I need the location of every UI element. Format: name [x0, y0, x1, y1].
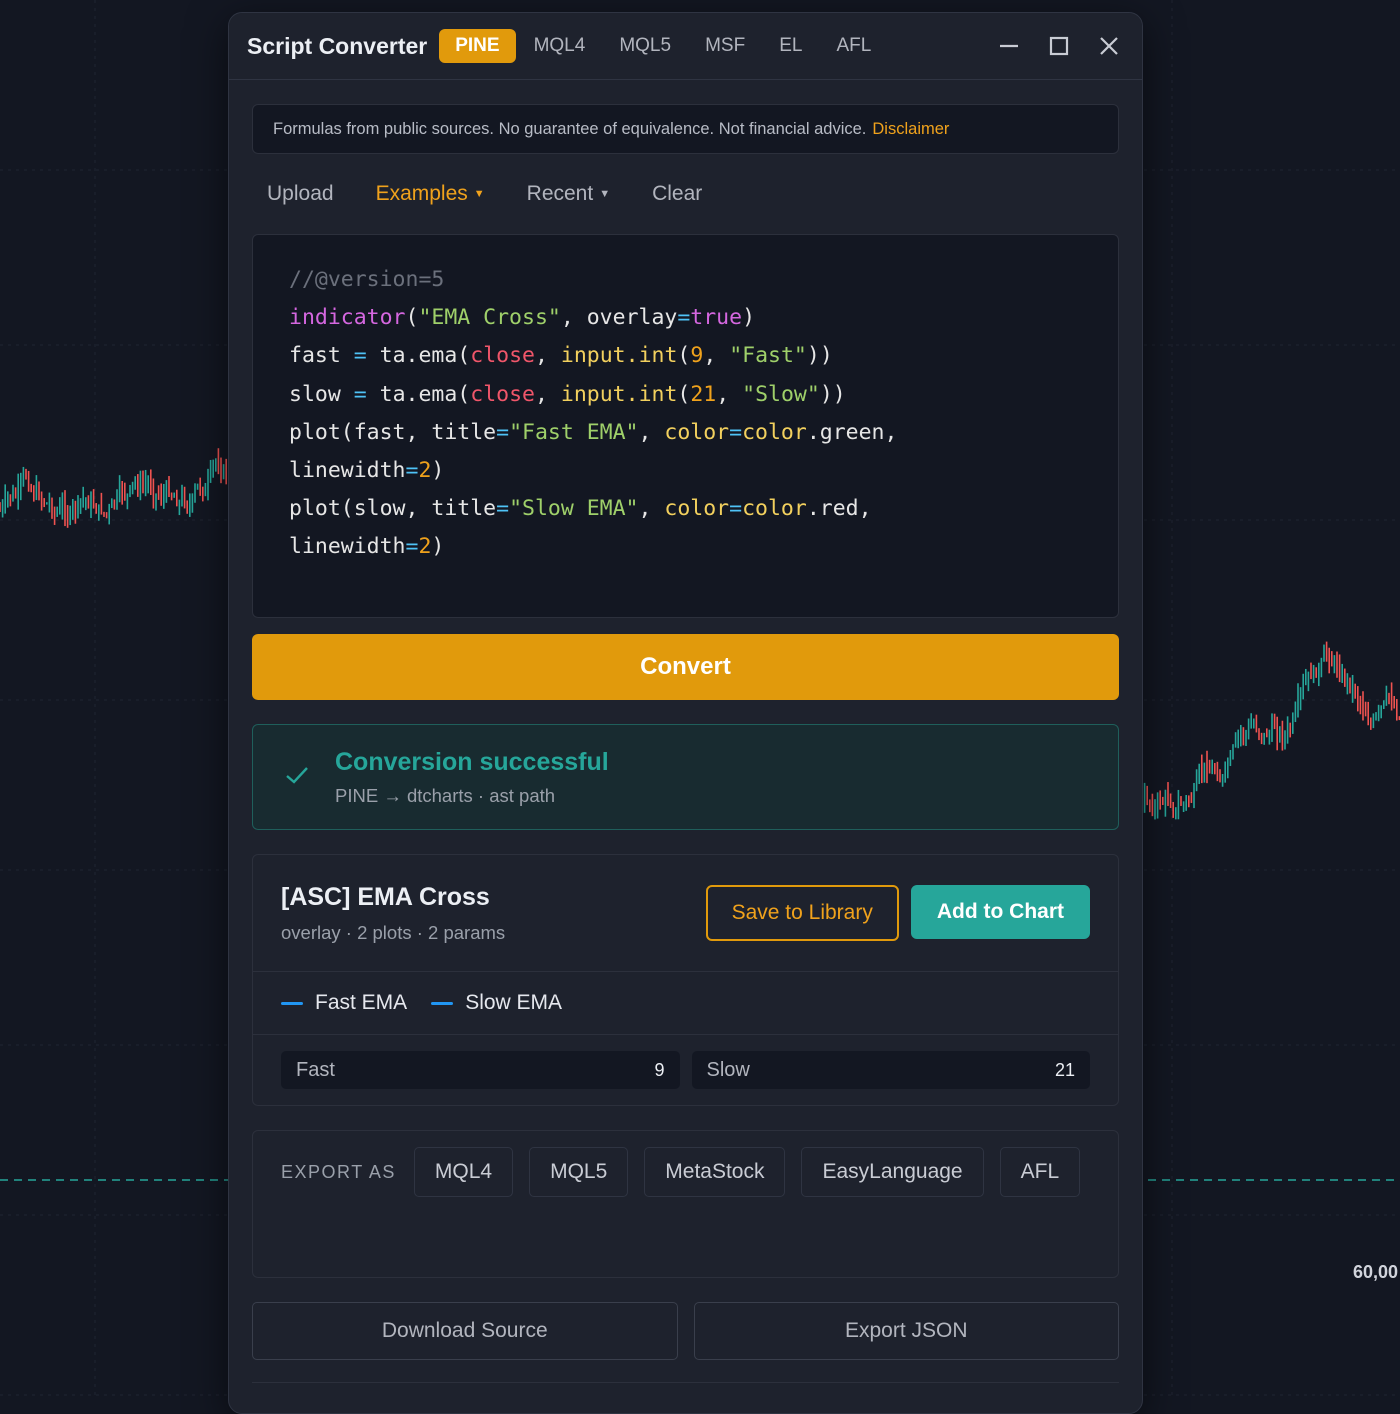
- recent-dropdown[interactable]: Recent ▼: [527, 182, 610, 206]
- candles-right: [1141, 641, 1400, 820]
- param-name: Fast: [296, 1058, 335, 1081]
- export-easylanguage-button[interactable]: EasyLanguage: [801, 1147, 984, 1197]
- script-converter-window: Script Converter PINE MQL4 MQL5 MSF EL A…: [228, 12, 1143, 1414]
- conversion-status: Conversion successful PINE → dtcharts · …: [252, 724, 1119, 830]
- export-mql5-button[interactable]: MQL5: [529, 1147, 629, 1197]
- tab-pine[interactable]: PINE: [439, 29, 516, 63]
- check-icon: [283, 761, 311, 794]
- price-axis-label: 60,00: [1353, 1262, 1399, 1282]
- legend-label: Fast EMA: [315, 991, 408, 1014]
- tab-msf[interactable]: MSF: [689, 29, 761, 63]
- export-metastock-button[interactable]: MetaStock: [644, 1147, 786, 1197]
- code-line: fast = ta.ema(close, input.int(9, "Fast"…: [289, 343, 833, 369]
- download-source-button[interactable]: Download Source: [252, 1302, 678, 1360]
- caret-down-icon: ▼: [473, 188, 485, 200]
- window-title: Script Converter: [247, 32, 428, 59]
- code-line: plot(fast, title="Fast EMA", color=color…: [289, 419, 898, 445]
- status-subtitle: PINE → dtcharts · ast path: [335, 784, 556, 806]
- window-controls: [994, 31, 1124, 61]
- disclaimer-link[interactable]: Disclaimer: [872, 120, 949, 139]
- param-value: 9: [654, 1059, 665, 1080]
- upload-button[interactable]: Upload: [267, 182, 334, 206]
- params-row: Fast 9 Slow 21: [253, 1035, 1118, 1105]
- disclaimer-text: Formulas from public sources. No guarant…: [273, 119, 867, 138]
- param-fast-field[interactable]: Fast 9: [281, 1051, 680, 1089]
- examples-label: Examples: [375, 182, 468, 205]
- divider: [252, 1382, 1119, 1383]
- param-name: Slow: [706, 1058, 750, 1081]
- maximize-icon[interactable]: [1044, 31, 1074, 61]
- legend-label: Slow EMA: [465, 991, 563, 1014]
- tab-mql5[interactable]: MQL5: [603, 29, 687, 63]
- status-title: Conversion successful: [335, 747, 609, 776]
- disclaimer-banner: Formulas from public sources. No guarant…: [252, 104, 1119, 154]
- code-line: linewidth=2): [289, 534, 445, 560]
- close-icon[interactable]: [1094, 31, 1124, 61]
- clear-label: Clear: [652, 182, 703, 205]
- convert-button[interactable]: Convert: [252, 634, 1119, 700]
- add-to-chart-button[interactable]: Add to Chart: [910, 885, 1090, 939]
- param-value: 21: [1054, 1059, 1075, 1080]
- export-afl-button[interactable]: AFL: [999, 1147, 1081, 1197]
- tab-el[interactable]: EL: [763, 29, 818, 63]
- legend-item: Slow EMA: [431, 991, 562, 1015]
- line-swatch-icon: [431, 1001, 454, 1005]
- export-mql4-button[interactable]: MQL4: [413, 1147, 514, 1197]
- upload-label: Upload: [267, 182, 334, 205]
- export-json-button[interactable]: Export JSON: [693, 1302, 1119, 1360]
- save-to-library-button[interactable]: Save to Library: [705, 885, 899, 941]
- plots-legend: Fast EMA Slow EMA: [253, 972, 1118, 1035]
- editor-toolbar: Upload Examples ▼ Recent ▼ Clear: [252, 154, 1119, 234]
- param-slow-field[interactable]: Slow 21: [691, 1051, 1090, 1089]
- code-line: //@version=5: [289, 267, 445, 292]
- export-label: EXPORT AS: [281, 1161, 396, 1182]
- tab-afl[interactable]: AFL: [820, 29, 887, 63]
- code-line: linewidth=2): [289, 458, 445, 484]
- tab-mql4[interactable]: MQL4: [518, 29, 602, 63]
- clear-button[interactable]: Clear: [652, 182, 702, 206]
- code-editor[interactable]: //@version=5 indicator("EMA Cross", overl…: [252, 234, 1119, 618]
- indicator-meta: overlay · 2 plots · 2 params: [281, 921, 506, 943]
- export-panel: EXPORT AS MQL4 MQL5 MetaStock EasyLangua…: [252, 1130, 1119, 1278]
- legend-item: Fast EMA: [281, 991, 407, 1015]
- code-line: plot(slow, title="Slow EMA", color=color…: [289, 496, 872, 522]
- candles-left: [0, 448, 227, 528]
- examples-dropdown[interactable]: Examples ▼: [376, 182, 485, 206]
- window-titlebar[interactable]: Script Converter PINE MQL4 MQL5 MSF EL A…: [229, 13, 1142, 80]
- line-swatch-icon: [281, 1001, 303, 1005]
- result-card: [ASC] EMA Cross overlay · 2 plots · 2 pa…: [252, 854, 1119, 1106]
- minimize-icon[interactable]: [994, 31, 1024, 61]
- code-line: slow = ta.ema(close, input.int(21, "Slow…: [289, 381, 846, 407]
- caret-down-icon: ▼: [599, 188, 611, 200]
- indicator-title: [ASC] EMA Cross: [281, 882, 490, 911]
- recent-label: Recent: [526, 182, 594, 205]
- code-line: indicator("EMA Cross", overlay=true): [289, 305, 756, 331]
